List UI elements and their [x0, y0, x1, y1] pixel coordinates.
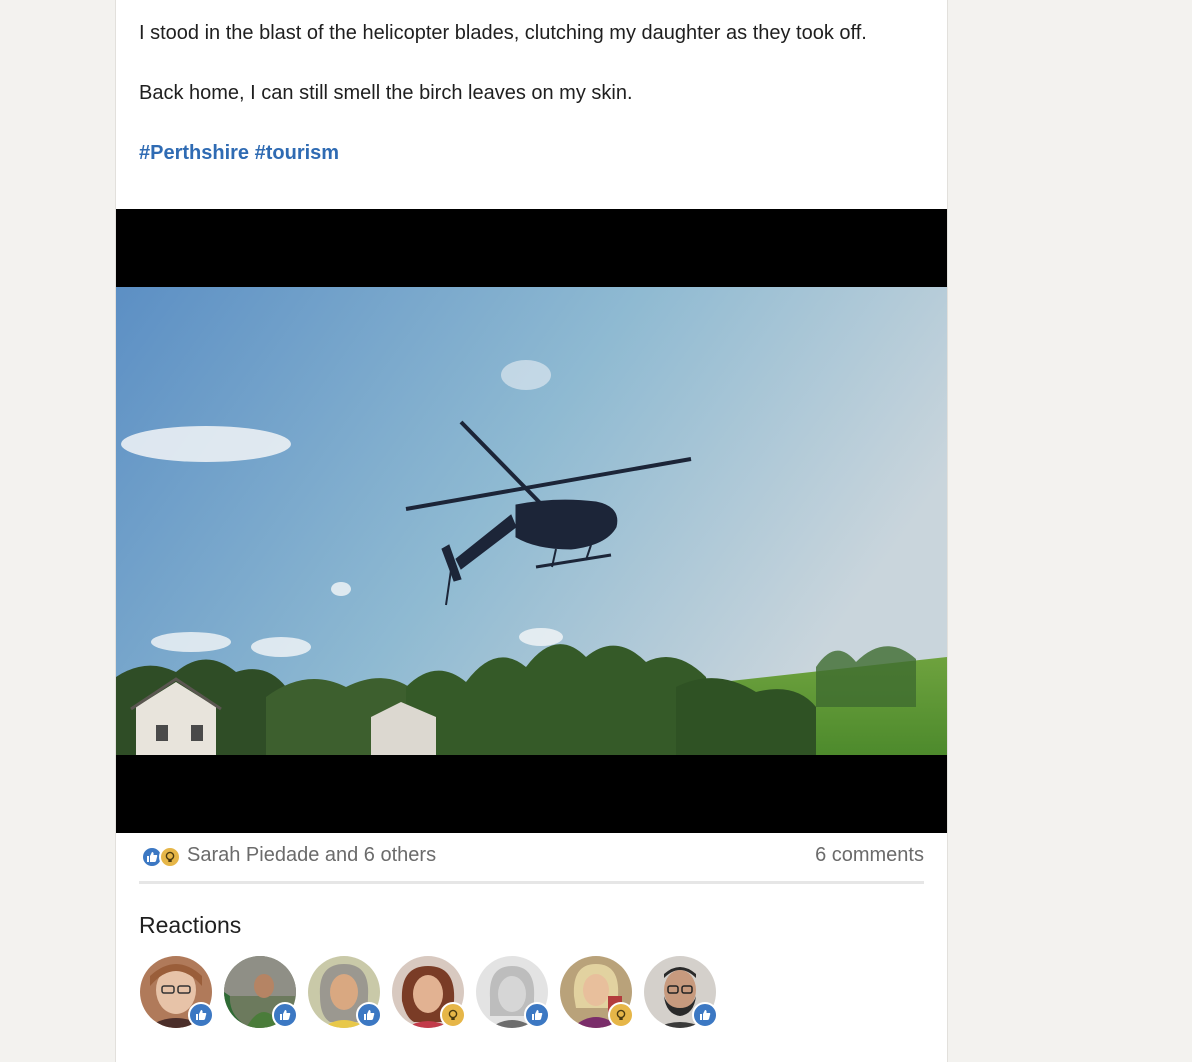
post-card: I stood in the blast of the helicopter b…: [115, 0, 948, 1062]
reactors-link[interactable]: Sarah Piedade and 6 others: [187, 844, 436, 867]
hashtag-tourism[interactable]: #tourism: [255, 142, 339, 164]
reactor-avatar-2[interactable]: [224, 956, 298, 1028]
reactor-avatar-5[interactable]: [476, 956, 550, 1028]
reactor-avatar-7[interactable]: [644, 956, 718, 1028]
hashtags: #Perthshire #tourism: [139, 138, 929, 168]
reactions-heading: Reactions: [139, 912, 242, 938]
post-paragraph-1: I stood in the blast of the helicopter b…: [139, 22, 867, 44]
reactor-avatar-6[interactable]: [560, 956, 634, 1028]
reactor-avatar-3[interactable]: [308, 956, 382, 1028]
hashtag-perthshire[interactable]: #Perthshire: [139, 142, 249, 164]
insightful-badge-icon: [608, 1002, 634, 1028]
insightful-badge-icon: [440, 1002, 466, 1028]
comments-link[interactable]: 6 comments: [815, 844, 924, 867]
reactions-avatars: [140, 956, 740, 1030]
post-body: I stood in the blast of the helicopter b…: [139, 18, 929, 168]
like-badge-icon: [272, 1002, 298, 1028]
like-badge-icon: [356, 1002, 382, 1028]
reactor-avatar-1[interactable]: [140, 956, 214, 1028]
reaction-summary-icons[interactable]: [141, 846, 185, 870]
insightful-icon: [159, 846, 181, 868]
like-badge-icon: [524, 1002, 550, 1028]
social-counts: Sarah Piedade and 6 others 6 comments: [139, 840, 924, 884]
like-badge-icon: [188, 1002, 214, 1028]
reactor-avatar-4[interactable]: [392, 956, 466, 1028]
like-badge-icon: [692, 1002, 718, 1028]
post-paragraph-2: Back home, I can still smell the birch l…: [139, 82, 633, 104]
video-player[interactable]: [116, 209, 947, 833]
video-frame-image: [116, 287, 947, 755]
